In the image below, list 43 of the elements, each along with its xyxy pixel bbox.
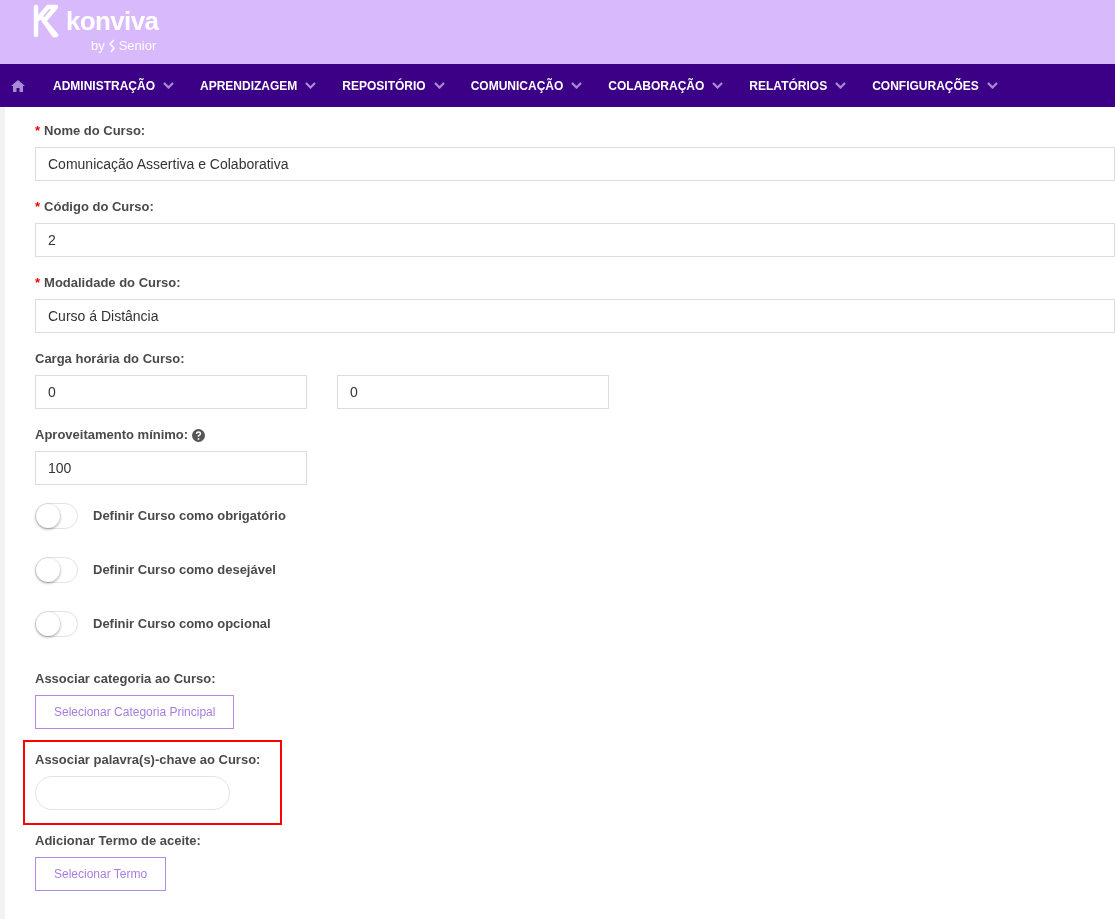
field-label: Aproveitamento mínimo: xyxy=(35,427,189,443)
text-input[interactable]: Curso á Distância xyxy=(35,299,1115,333)
nav-menu-item[interactable]: REPOSITÓRIO xyxy=(342,76,445,95)
text-input[interactable]: 100 xyxy=(35,451,307,485)
chevron-down-icon xyxy=(986,82,998,89)
nav-menu-item[interactable]: CONFIGURAÇÕES xyxy=(872,76,998,95)
nav-menu-item[interactable]: COLABORAÇÃO xyxy=(608,76,724,95)
field-label: Nome do Curso: xyxy=(44,123,146,139)
toggle-switch[interactable] xyxy=(35,557,78,583)
toggle-label: Definir Curso como desejável xyxy=(93,561,276,580)
required-mark: * xyxy=(35,123,41,139)
brand-name: Senior xyxy=(118,38,157,54)
field-label: Adicionar Termo de aceite: xyxy=(35,833,201,849)
brand-icon xyxy=(107,39,116,53)
text-input[interactable]: 2 xyxy=(35,223,1115,257)
logo-subtitle: by xyxy=(90,38,105,54)
chevron-down-icon xyxy=(305,82,317,89)
chevron-down-icon xyxy=(571,82,583,89)
field-label: Carga horária do Curso: xyxy=(35,351,185,367)
toggle-switch[interactable] xyxy=(35,503,78,529)
toggle-label: Definir Curso como opcional xyxy=(93,615,271,634)
nav-menu-item[interactable]: ADMINISTRAÇÃO xyxy=(53,76,174,95)
field-label: Associar palavra(s)-chave ao Curso: xyxy=(35,752,261,768)
chevron-down-icon xyxy=(433,82,445,89)
required-mark: * xyxy=(35,199,41,215)
nav-menu-item[interactable]: APRENDIZAGEM xyxy=(200,76,317,95)
toggle-switch[interactable] xyxy=(35,611,78,637)
text-input[interactable]: 0 xyxy=(337,375,609,409)
logo-text: konviva xyxy=(66,5,159,37)
chevron-down-icon xyxy=(163,82,174,89)
help-icon[interactable] xyxy=(192,428,206,442)
field-label: Modalidade do Curso: xyxy=(44,275,181,291)
field-label: Código do Curso: xyxy=(44,199,154,215)
nav-menu-item[interactable]: COMUNICAÇÃO xyxy=(470,76,583,95)
text-input[interactable]: 0 xyxy=(35,375,307,409)
field-label: Associar categoria ao Curso: xyxy=(35,671,216,687)
keyword-input[interactable] xyxy=(35,776,230,810)
nav-menu-item[interactable]: RELATÓRIOS xyxy=(749,76,847,95)
text-input[interactable]: Comunicação Assertiva e Colaborativa xyxy=(35,147,1115,181)
toggle-label: Definir Curso como obrigatório xyxy=(93,507,286,526)
required-mark: * xyxy=(35,275,41,291)
chevron-down-icon xyxy=(712,82,724,89)
chevron-down-icon xyxy=(835,82,847,89)
